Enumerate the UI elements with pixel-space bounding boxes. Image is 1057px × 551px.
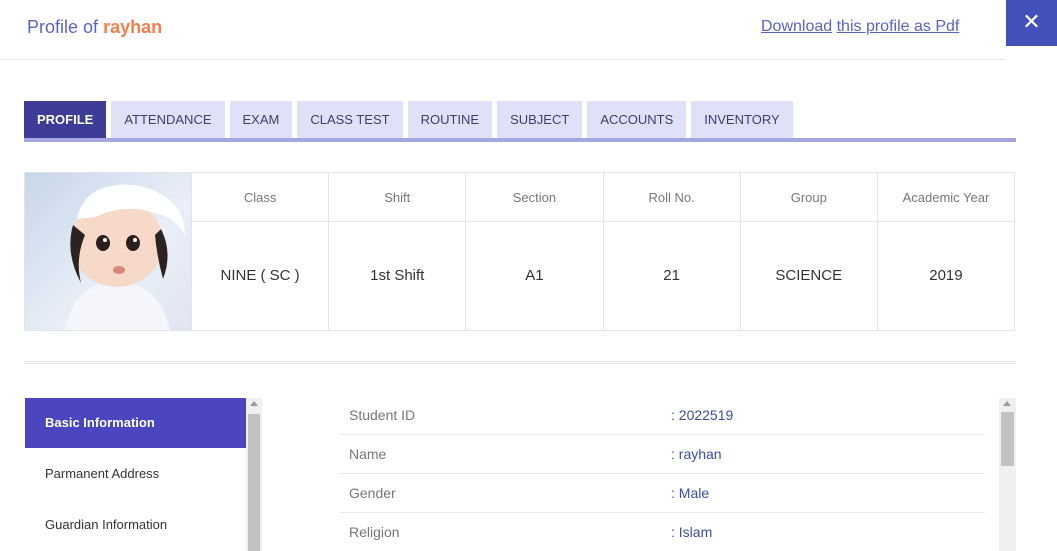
summary-head: Academic Year [877, 173, 1015, 222]
info-key: Religion [349, 524, 400, 540]
close-button[interactable]: ✕ [1006, 0, 1057, 46]
scroll-thumb[interactable] [1001, 412, 1014, 466]
side-item-guardian-information[interactable]: Guardian Information [25, 499, 246, 550]
info-row: Gender : Male [340, 474, 985, 513]
profile-tabs: PROFILE ATTENDANCE EXAM CLASS TEST ROUTI… [24, 101, 798, 138]
tabs-underline [24, 138, 1016, 142]
summary-head: Group [740, 173, 877, 222]
info-value: : 2022519 [671, 407, 734, 423]
summary-col-roll: Roll No. 21 [603, 173, 741, 330]
child-photo-icon [65, 184, 185, 330]
summary-columns: Class NINE ( SC ) Shift 1st Shift Sectio… [192, 173, 1015, 330]
tab-inventory[interactable]: INVENTORY [691, 101, 793, 138]
tab-accounts[interactable]: ACCOUNTS [587, 101, 687, 138]
info-row: Name : rayhan [340, 435, 985, 474]
side-item-basic-information[interactable]: Basic Information [25, 398, 246, 448]
summary-col-section: Section A1 [466, 173, 604, 330]
tab-class-test[interactable]: CLASS TEST [297, 101, 403, 138]
download-pdf-link[interactable]: this profile as Pdf [837, 18, 960, 35]
summary-head: Section [466, 173, 603, 222]
page-title: Profile of rayhan [27, 17, 162, 38]
info-row: Religion : Islam [340, 513, 985, 551]
info-side-menu: Basic Information Parmanent Address Guar… [25, 398, 246, 551]
scroll-up-icon[interactable] [250, 401, 258, 406]
info-key: Name [349, 446, 387, 462]
summary-head: Roll No. [603, 173, 740, 222]
tab-routine[interactable]: ROUTINE [407, 101, 493, 138]
section-divider [24, 361, 1016, 364]
info-value: : Islam [671, 524, 713, 540]
summary-col-academic-year: Academic Year 2019 [877, 173, 1015, 330]
tab-profile[interactable]: PROFILE [24, 101, 107, 138]
info-key: Gender [349, 485, 396, 501]
tab-exam[interactable]: EXAM [229, 101, 293, 138]
basic-info-list: Student ID : 2022519 Name : rayhan Gende… [340, 396, 985, 551]
download-link[interactable]: Download [761, 18, 832, 35]
summary-value: A1 [525, 267, 544, 284]
side-item-permanent-address[interactable]: Parmanent Address [25, 448, 246, 499]
info-row: Student ID : 2022519 [340, 396, 985, 435]
summary-value: 21 [663, 267, 680, 284]
scroll-up-icon[interactable] [1003, 401, 1011, 406]
summary-value: NINE ( SC ) [220, 267, 300, 284]
info-key: Student ID [349, 407, 416, 423]
student-summary-table: Class NINE ( SC ) Shift 1st Shift Sectio… [24, 172, 1015, 331]
summary-value: 1st Shift [370, 267, 425, 284]
info-scrollbar[interactable] [999, 398, 1016, 551]
title-username: rayhan [103, 17, 163, 37]
modal-header: Profile of rayhan Download this profile … [0, 0, 1006, 60]
close-icon: ✕ [1022, 9, 1041, 34]
summary-head: Shift [329, 173, 466, 222]
summary-value: 2019 [929, 267, 963, 284]
profile-modal: Profile of rayhan Download this profile … [0, 0, 1057, 551]
scroll-thumb[interactable] [248, 414, 260, 551]
tab-subject[interactable]: SUBJECT [497, 101, 583, 138]
tab-attendance[interactable]: ATTENDANCE [111, 101, 225, 138]
info-value: : Male [671, 485, 710, 501]
summary-col-shift: Shift 1st Shift [329, 173, 467, 330]
side-menu-scrollbar[interactable] [246, 398, 262, 551]
info-value: : rayhan [671, 446, 722, 462]
title-prefix: Profile of [27, 17, 99, 37]
summary-col-class: Class NINE ( SC ) [192, 173, 330, 330]
summary-value: SCIENCE [775, 267, 843, 284]
student-photo [25, 173, 192, 330]
summary-head: Class [192, 173, 329, 222]
summary-col-group: Group SCIENCE [740, 173, 878, 330]
download-pdf: Download this profile as Pdf [761, 18, 959, 36]
